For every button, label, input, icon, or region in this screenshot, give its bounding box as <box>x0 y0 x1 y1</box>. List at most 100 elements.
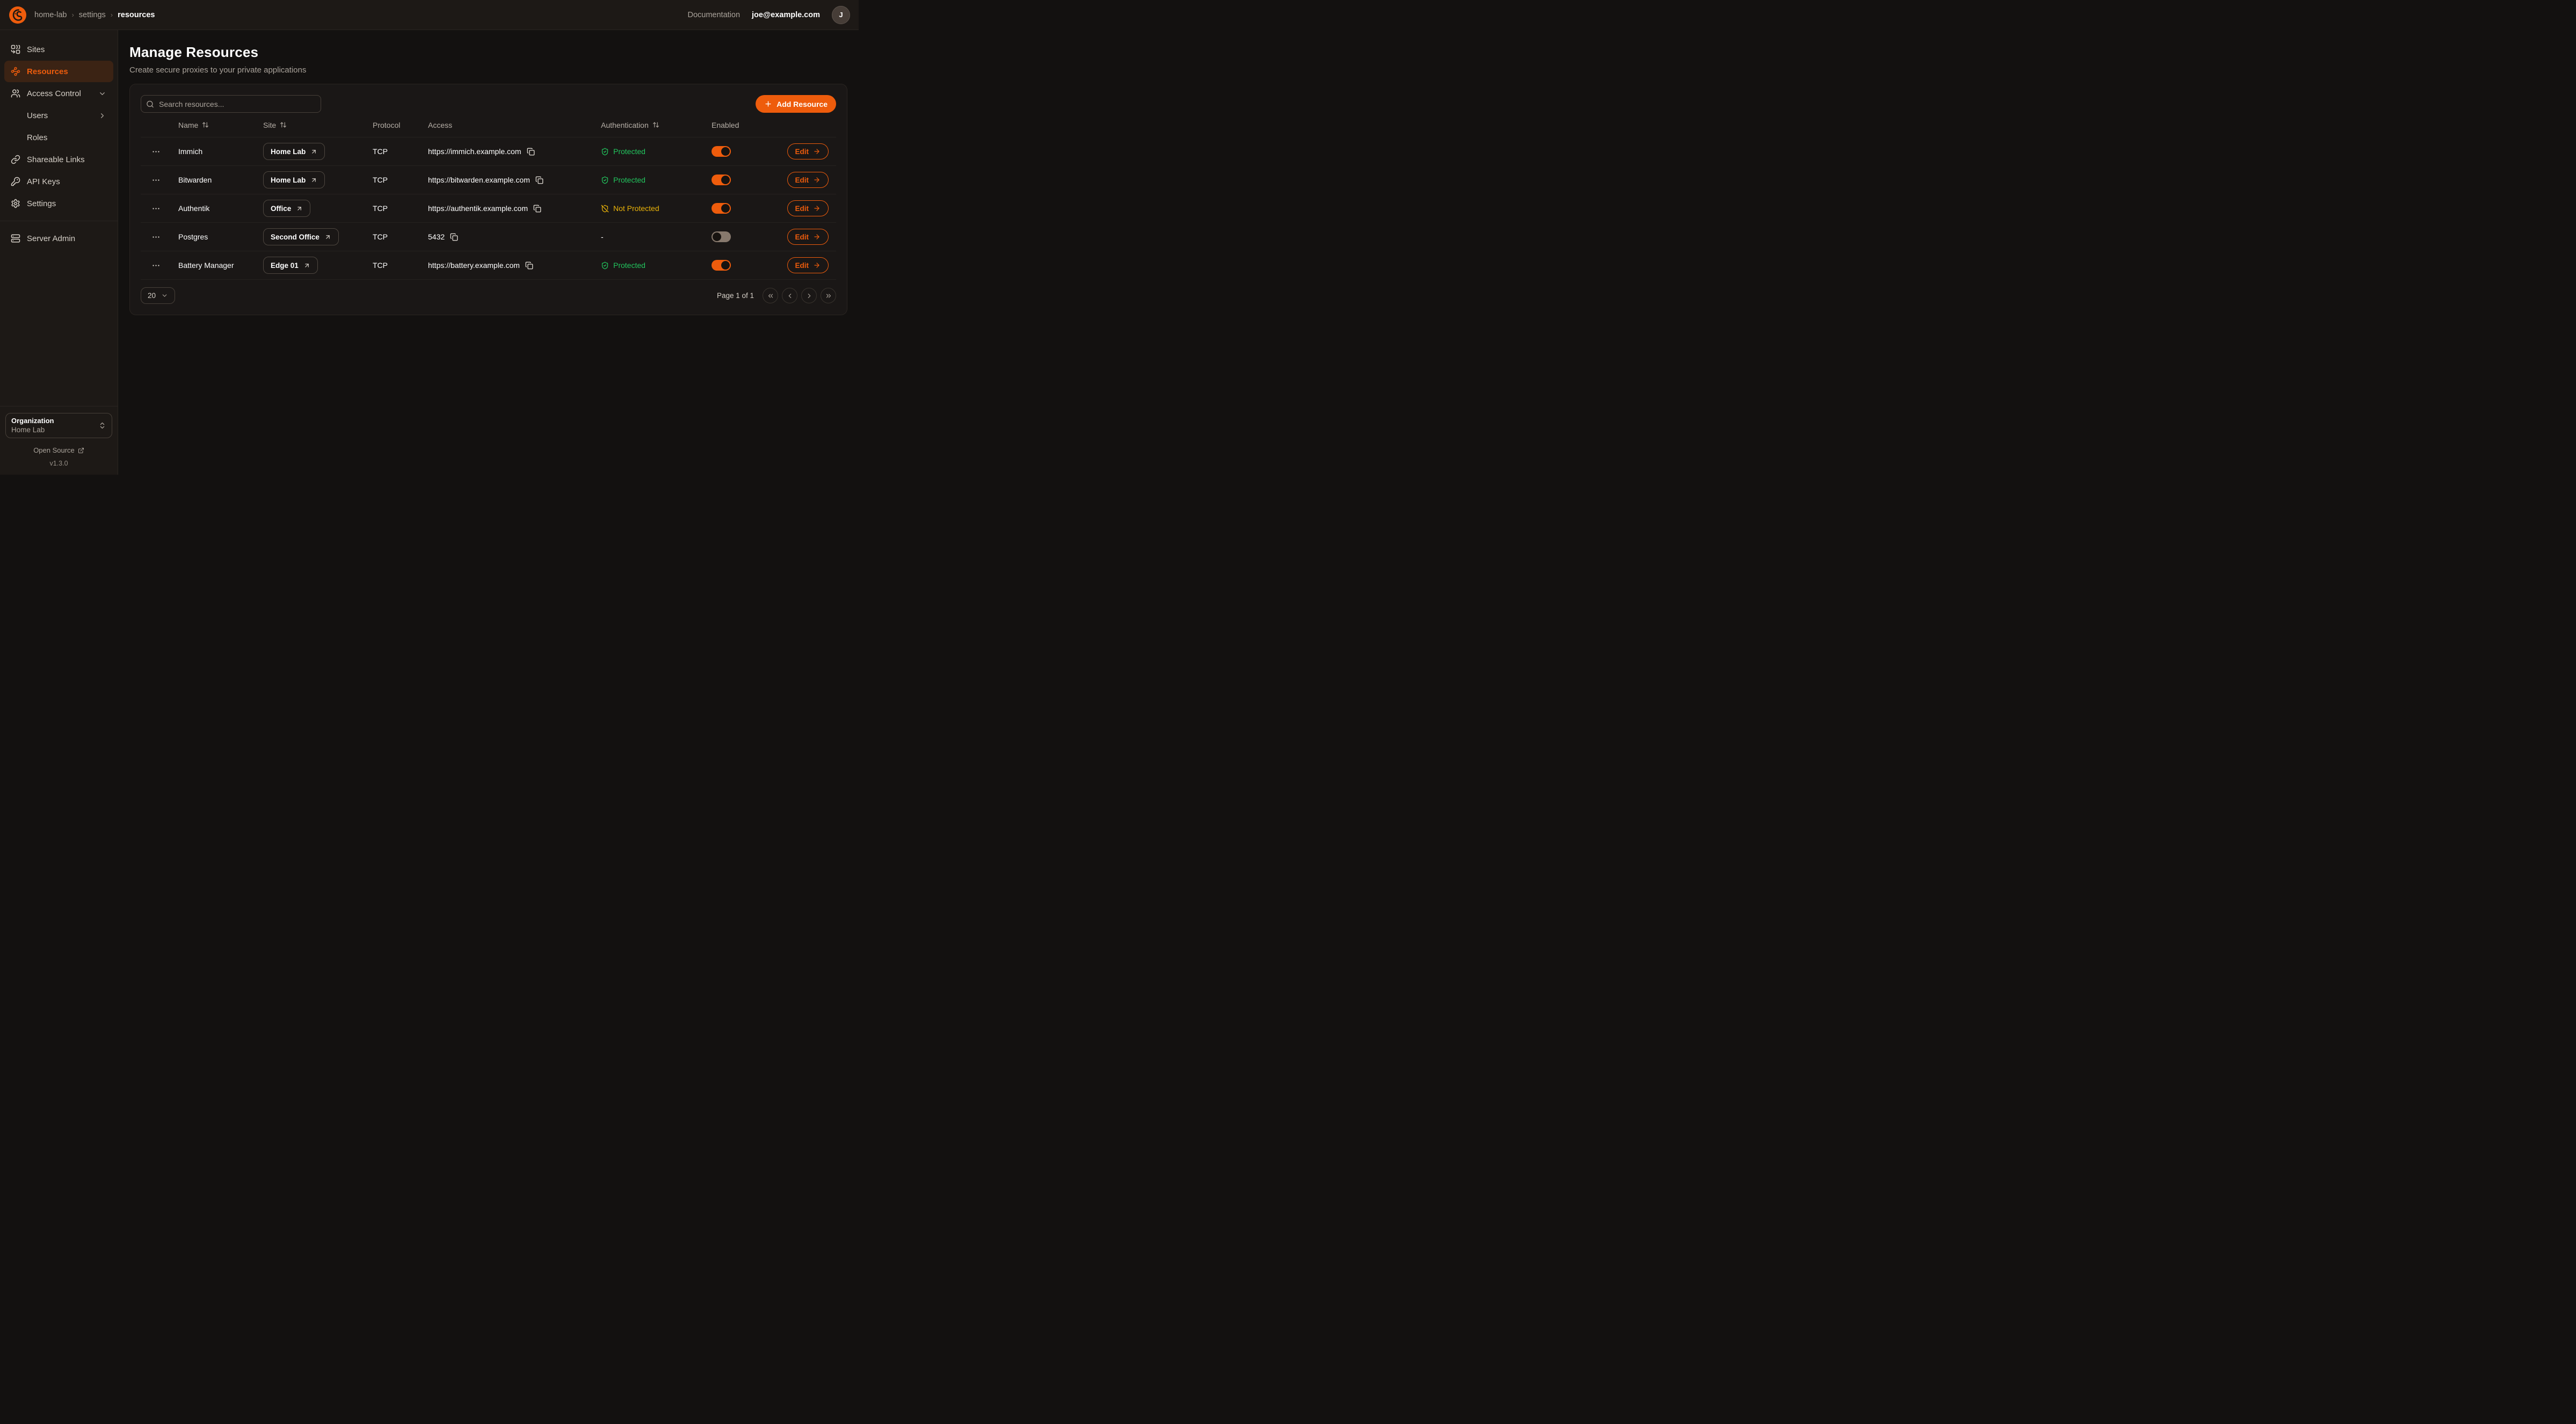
auth-cell: Not Protected <box>593 204 704 213</box>
resource-name: Authentik <box>171 204 256 213</box>
add-resource-button[interactable]: Add Resource <box>756 95 836 113</box>
open-source-label: Open Source <box>33 446 75 454</box>
sort-icon <box>652 121 659 128</box>
gear-icon <box>11 199 20 208</box>
topbar: home-lab › settings › resources Document… <box>0 0 859 30</box>
page-size-value: 20 <box>148 292 156 300</box>
site-link[interactable]: Home Lab <box>263 171 325 188</box>
first-page-button[interactable] <box>763 288 778 303</box>
table-row: Battery Manager Edge 01 TCP https://batt… <box>141 251 836 280</box>
sidebar-item-shareable-links[interactable]: Shareable Links <box>4 149 113 170</box>
copy-icon[interactable] <box>450 233 458 241</box>
site-cell: Second Office <box>256 228 365 245</box>
enabled-cell <box>704 260 779 271</box>
search-input[interactable] <box>141 95 321 113</box>
sidebar-item-resources[interactable]: Resources <box>4 61 113 82</box>
users-icon <box>11 89 20 98</box>
toolbar: Add Resource <box>141 95 836 113</box>
protocol-cell: TCP <box>365 204 420 213</box>
pagination-buttons <box>763 288 836 303</box>
sidebar-item-sites[interactable]: Sites <box>4 39 113 60</box>
sidebar-item-settings[interactable]: Settings <box>4 193 113 214</box>
enabled-toggle[interactable] <box>712 175 731 185</box>
sidebar-bottom: Organization Home Lab Open Source v1.3.0 <box>0 406 118 475</box>
table-body: Immich Home Lab TCP https://immich.examp… <box>141 137 836 280</box>
row-menu-cell <box>141 147 171 156</box>
resource-name: Postgres <box>171 233 256 241</box>
user-email: joe@example.com <box>752 11 820 19</box>
table-row: Authentik Office TCP https://authentik.e… <box>141 194 836 223</box>
edit-label: Edit <box>795 233 809 241</box>
arrow-up-right-icon <box>310 148 317 155</box>
last-page-button[interactable] <box>821 288 836 303</box>
sidebar-item-server-admin[interactable]: Server Admin <box>4 228 113 249</box>
breadcrumb-settings[interactable]: settings <box>79 11 106 19</box>
copy-icon[interactable] <box>525 261 533 270</box>
sidebar-item-access-control[interactable]: Access Control <box>4 83 113 104</box>
link-icon <box>11 155 20 164</box>
auth-cell: Protected <box>593 176 704 184</box>
edit-button[interactable]: Edit <box>787 200 829 216</box>
chevron-down-icon <box>97 90 107 98</box>
ellipsis-menu-button[interactable] <box>151 176 161 185</box>
user-avatar[interactable]: J <box>832 6 850 24</box>
breadcrumb-separator: › <box>111 11 113 19</box>
documentation-link[interactable]: Documentation <box>688 11 741 19</box>
access-cell: 5432 <box>420 233 593 241</box>
edit-cell: Edit <box>779 143 836 159</box>
sidebar-item-roles[interactable]: Roles <box>4 127 113 148</box>
site-link[interactable]: Office <box>263 200 310 217</box>
auth-cell: Protected <box>593 147 704 156</box>
chevron-down-icon <box>161 292 168 299</box>
ellipsis-menu-button[interactable] <box>151 233 161 242</box>
open-source-link[interactable]: Open Source <box>33 446 84 454</box>
site-link[interactable]: Home Lab <box>263 143 325 160</box>
topbar-right: Documentation joe@example.com J <box>688 6 851 24</box>
resources-card: Add Resource Name Site <box>129 84 847 315</box>
enabled-toggle[interactable] <box>712 231 731 242</box>
copy-icon[interactable] <box>535 176 543 184</box>
arrow-right-icon <box>813 176 821 184</box>
edit-button[interactable]: Edit <box>787 143 829 159</box>
access-value: 5432 <box>428 233 445 241</box>
copy-icon[interactable] <box>527 148 535 156</box>
site-cell: Home Lab <box>256 171 365 188</box>
site-link[interactable]: Second Office <box>263 228 339 245</box>
header-name[interactable]: Name <box>171 121 256 129</box>
sidebar-item-api-keys[interactable]: API Keys <box>4 171 113 192</box>
access-cell: https://authentik.example.com <box>420 204 593 213</box>
enabled-toggle[interactable] <box>712 260 731 271</box>
breadcrumb-org[interactable]: home-lab <box>34 11 67 19</box>
copy-icon[interactable] <box>533 205 541 213</box>
breadcrumb-separator: › <box>71 11 74 19</box>
ellipsis-menu-button[interactable] <box>151 261 161 270</box>
search-icon <box>146 100 154 108</box>
enabled-toggle[interactable] <box>712 146 731 157</box>
edit-button[interactable]: Edit <box>787 257 829 273</box>
organization-selector[interactable]: Organization Home Lab <box>5 413 112 438</box>
enabled-toggle[interactable] <box>712 203 731 214</box>
auth-cell: Protected <box>593 261 704 270</box>
edit-button[interactable]: Edit <box>787 229 829 245</box>
app-logo[interactable] <box>9 6 27 24</box>
next-page-button[interactable] <box>801 288 817 303</box>
server-icon <box>11 234 20 243</box>
auth-status-label: Protected <box>613 261 645 270</box>
shield-check-icon <box>601 261 609 270</box>
sidebar-item-users[interactable]: Users <box>4 105 113 126</box>
page-size-select[interactable]: 20 <box>141 287 175 304</box>
ellipsis-menu-button[interactable] <box>151 204 161 213</box>
header-authentication[interactable]: Authentication <box>593 121 704 129</box>
protocol-cell: TCP <box>365 261 420 270</box>
row-menu-cell <box>141 176 171 185</box>
sort-icon <box>280 121 287 128</box>
edit-cell: Edit <box>779 200 836 216</box>
organization-label: Organization <box>11 417 98 425</box>
resource-name: Immich <box>171 147 256 156</box>
resources-icon <box>11 67 20 76</box>
ellipsis-menu-button[interactable] <box>151 147 161 156</box>
prev-page-button[interactable] <box>782 288 797 303</box>
site-link[interactable]: Edge 01 <box>263 257 318 274</box>
edit-button[interactable]: Edit <box>787 172 829 188</box>
header-site[interactable]: Site <box>256 121 365 129</box>
